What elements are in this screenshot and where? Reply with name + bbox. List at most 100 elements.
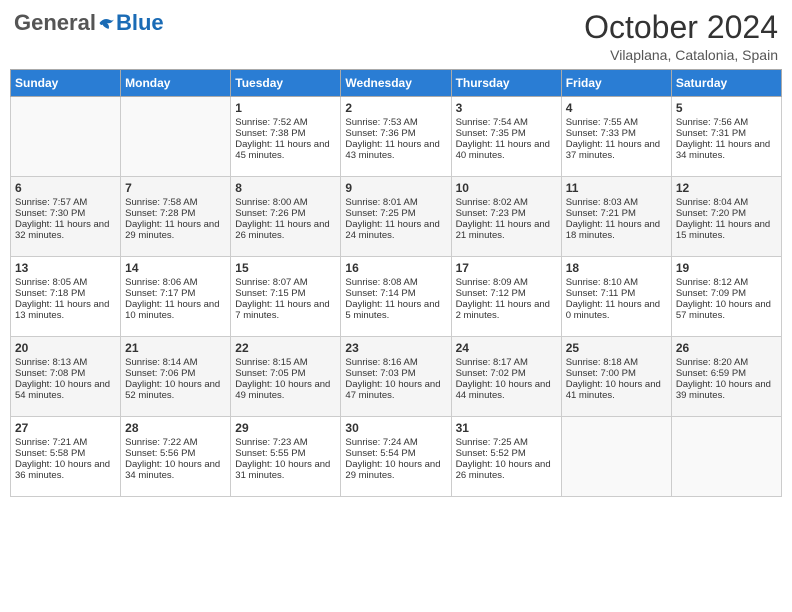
sunrise-text: Sunrise: 7:52 AM — [235, 117, 336, 128]
sunset-text: Sunset: 7:36 PM — [345, 128, 446, 139]
calendar-cell: 14Sunrise: 8:06 AMSunset: 7:17 PMDayligh… — [121, 257, 231, 337]
daylight-text: Daylight: 10 hours and 34 minutes. — [125, 459, 226, 481]
day-number: 18 — [566, 261, 667, 275]
logo-blue-text: Blue — [116, 10, 164, 36]
header-saturday: Saturday — [671, 70, 781, 97]
calendar-cell: 20Sunrise: 8:13 AMSunset: 7:08 PMDayligh… — [11, 337, 121, 417]
sunrise-text: Sunrise: 7:58 AM — [125, 197, 226, 208]
sunrise-text: Sunrise: 7:23 AM — [235, 437, 336, 448]
day-number: 13 — [15, 261, 116, 275]
sunset-text: Sunset: 7:18 PM — [15, 288, 116, 299]
sunrise-text: Sunrise: 8:02 AM — [456, 197, 557, 208]
sunrise-text: Sunrise: 8:14 AM — [125, 357, 226, 368]
daylight-text: Daylight: 10 hours and 39 minutes. — [676, 379, 777, 401]
calendar-week-5: 27Sunrise: 7:21 AMSunset: 5:58 PMDayligh… — [11, 417, 782, 497]
day-number: 14 — [125, 261, 226, 275]
daylight-text: Daylight: 10 hours and 47 minutes. — [345, 379, 446, 401]
daylight-text: Daylight: 10 hours and 44 minutes. — [456, 379, 557, 401]
calendar-cell: 8Sunrise: 8:00 AMSunset: 7:26 PMDaylight… — [231, 177, 341, 257]
day-number: 27 — [15, 421, 116, 435]
day-number: 20 — [15, 341, 116, 355]
calendar-cell: 26Sunrise: 8:20 AMSunset: 6:59 PMDayligh… — [671, 337, 781, 417]
day-number: 9 — [345, 181, 446, 195]
sunset-text: Sunset: 7:30 PM — [15, 208, 116, 219]
calendar-cell: 11 Sunrise: 8:03 AMSunset: 7:21 PMDayligh… — [561, 177, 671, 257]
daylight-text: Daylight: 11 hours and 40 minutes. — [456, 139, 557, 161]
day-number: 8 — [235, 181, 336, 195]
day-number: 5 — [676, 101, 777, 115]
sunset-text: Sunset: 7:35 PM — [456, 128, 557, 139]
sunrise-text: Sunrise: 8:18 AM — [566, 357, 667, 368]
sunrise-text: Sunrise: 8:08 AM — [345, 277, 446, 288]
sunrise-text: Sunrise: 7:21 AM — [15, 437, 116, 448]
calendar-cell: 9Sunrise: 8:01 AMSunset: 7:25 PMDaylight… — [341, 177, 451, 257]
calendar-cell: 15Sunrise: 8:07 AMSunset: 7:15 PMDayligh… — [231, 257, 341, 337]
calendar-cell: 24Sunrise: 8:17 AMSunset: 7:02 PMDayligh… — [451, 337, 561, 417]
sunset-text: Sunset: 7:28 PM — [125, 208, 226, 219]
daylight-text: Daylight: 10 hours and 26 minutes. — [456, 459, 557, 481]
daylight-text: Daylight: 11 hours and 15 minutes. — [676, 219, 777, 241]
calendar-cell: 4Sunrise: 7:55 AMSunset: 7:33 PMDaylight… — [561, 97, 671, 177]
sunrise-text: Sunrise: 7:56 AM — [676, 117, 777, 128]
logo-bird-icon — [98, 15, 116, 31]
calendar-cell: 7Sunrise: 7:58 AMSunset: 7:28 PMDaylight… — [121, 177, 231, 257]
sunrise-text: Sunrise: 8:10 AM — [566, 277, 667, 288]
daylight-text: Daylight: 11 hours and 2 minutes. — [456, 299, 557, 321]
day-number: 11 — [566, 181, 667, 195]
calendar-cell: 18Sunrise: 8:10 AMSunset: 7:11 PMDayligh… — [561, 257, 671, 337]
page-header: General Blue October 2024 Vilaplana, Cat… — [10, 10, 782, 63]
sunrise-text: Sunrise: 8:04 AM — [676, 197, 777, 208]
daylight-text: Daylight: 10 hours and 36 minutes. — [15, 459, 116, 481]
calendar-cell: 17Sunrise: 8:09 AMSunset: 7:12 PMDayligh… — [451, 257, 561, 337]
logo: General Blue — [14, 10, 164, 36]
calendar-cell: 30Sunrise: 7:24 AMSunset: 5:54 PMDayligh… — [341, 417, 451, 497]
header-row: Sunday Monday Tuesday Wednesday Thursday… — [11, 70, 782, 97]
day-number: 19 — [676, 261, 777, 275]
sunrise-text: Sunrise: 8:03 AM — [566, 197, 667, 208]
day-number: 12 — [676, 181, 777, 195]
day-number: 30 — [345, 421, 446, 435]
sunset-text: Sunset: 7:17 PM — [125, 288, 226, 299]
calendar-cell: 13Sunrise: 8:05 AMSunset: 7:18 PMDayligh… — [11, 257, 121, 337]
sunset-text: Sunset: 7:21 PM — [566, 208, 667, 219]
daylight-text: Daylight: 10 hours and 52 minutes. — [125, 379, 226, 401]
calendar-header: Sunday Monday Tuesday Wednesday Thursday… — [11, 70, 782, 97]
sunrise-text: Sunrise: 8:15 AM — [235, 357, 336, 368]
calendar-cell: 12Sunrise: 8:04 AMSunset: 7:20 PMDayligh… — [671, 177, 781, 257]
sunset-text: Sunset: 5:54 PM — [345, 448, 446, 459]
sunset-text: Sunset: 7:09 PM — [676, 288, 777, 299]
sunset-text: Sunset: 7:02 PM — [456, 368, 557, 379]
calendar-cell: 25Sunrise: 8:18 AMSunset: 7:00 PMDayligh… — [561, 337, 671, 417]
calendar-cell — [121, 97, 231, 177]
sunset-text: Sunset: 7:15 PM — [235, 288, 336, 299]
daylight-text: Daylight: 10 hours and 49 minutes. — [235, 379, 336, 401]
calendar-week-4: 20Sunrise: 8:13 AMSunset: 7:08 PMDayligh… — [11, 337, 782, 417]
calendar-table: Sunday Monday Tuesday Wednesday Thursday… — [10, 69, 782, 497]
sunset-text: Sunset: 7:05 PM — [235, 368, 336, 379]
header-tuesday: Tuesday — [231, 70, 341, 97]
sunrise-text: Sunrise: 7:53 AM — [345, 117, 446, 128]
sunset-text: Sunset: 7:25 PM — [345, 208, 446, 219]
day-number: 25 — [566, 341, 667, 355]
daylight-text: Daylight: 10 hours and 57 minutes. — [676, 299, 777, 321]
sunrise-text: Sunrise: 8:00 AM — [235, 197, 336, 208]
calendar-cell: 10Sunrise: 8:02 AMSunset: 7:23 PMDayligh… — [451, 177, 561, 257]
logo-general-text: General — [14, 10, 96, 36]
daylight-text: Daylight: 10 hours and 31 minutes. — [235, 459, 336, 481]
day-number: 26 — [676, 341, 777, 355]
sunrise-text: Sunrise: 7:24 AM — [345, 437, 446, 448]
sunrise-text: Sunrise: 8:07 AM — [235, 277, 336, 288]
day-number: 28 — [125, 421, 226, 435]
day-number: 6 — [15, 181, 116, 195]
daylight-text: Daylight: 11 hours and 24 minutes. — [345, 219, 446, 241]
calendar-cell: 6Sunrise: 7:57 AMSunset: 7:30 PMDaylight… — [11, 177, 121, 257]
daylight-text: Daylight: 11 hours and 18 minutes. — [566, 219, 667, 241]
daylight-text: Daylight: 11 hours and 26 minutes. — [235, 219, 336, 241]
day-number: 2 — [345, 101, 446, 115]
sunset-text: Sunset: 7:11 PM — [566, 288, 667, 299]
calendar-cell: 22Sunrise: 8:15 AMSunset: 7:05 PMDayligh… — [231, 337, 341, 417]
sunset-text: Sunset: 7:33 PM — [566, 128, 667, 139]
sunset-text: Sunset: 7:31 PM — [676, 128, 777, 139]
sunset-text: Sunset: 7:38 PM — [235, 128, 336, 139]
daylight-text: Daylight: 11 hours and 10 minutes. — [125, 299, 226, 321]
